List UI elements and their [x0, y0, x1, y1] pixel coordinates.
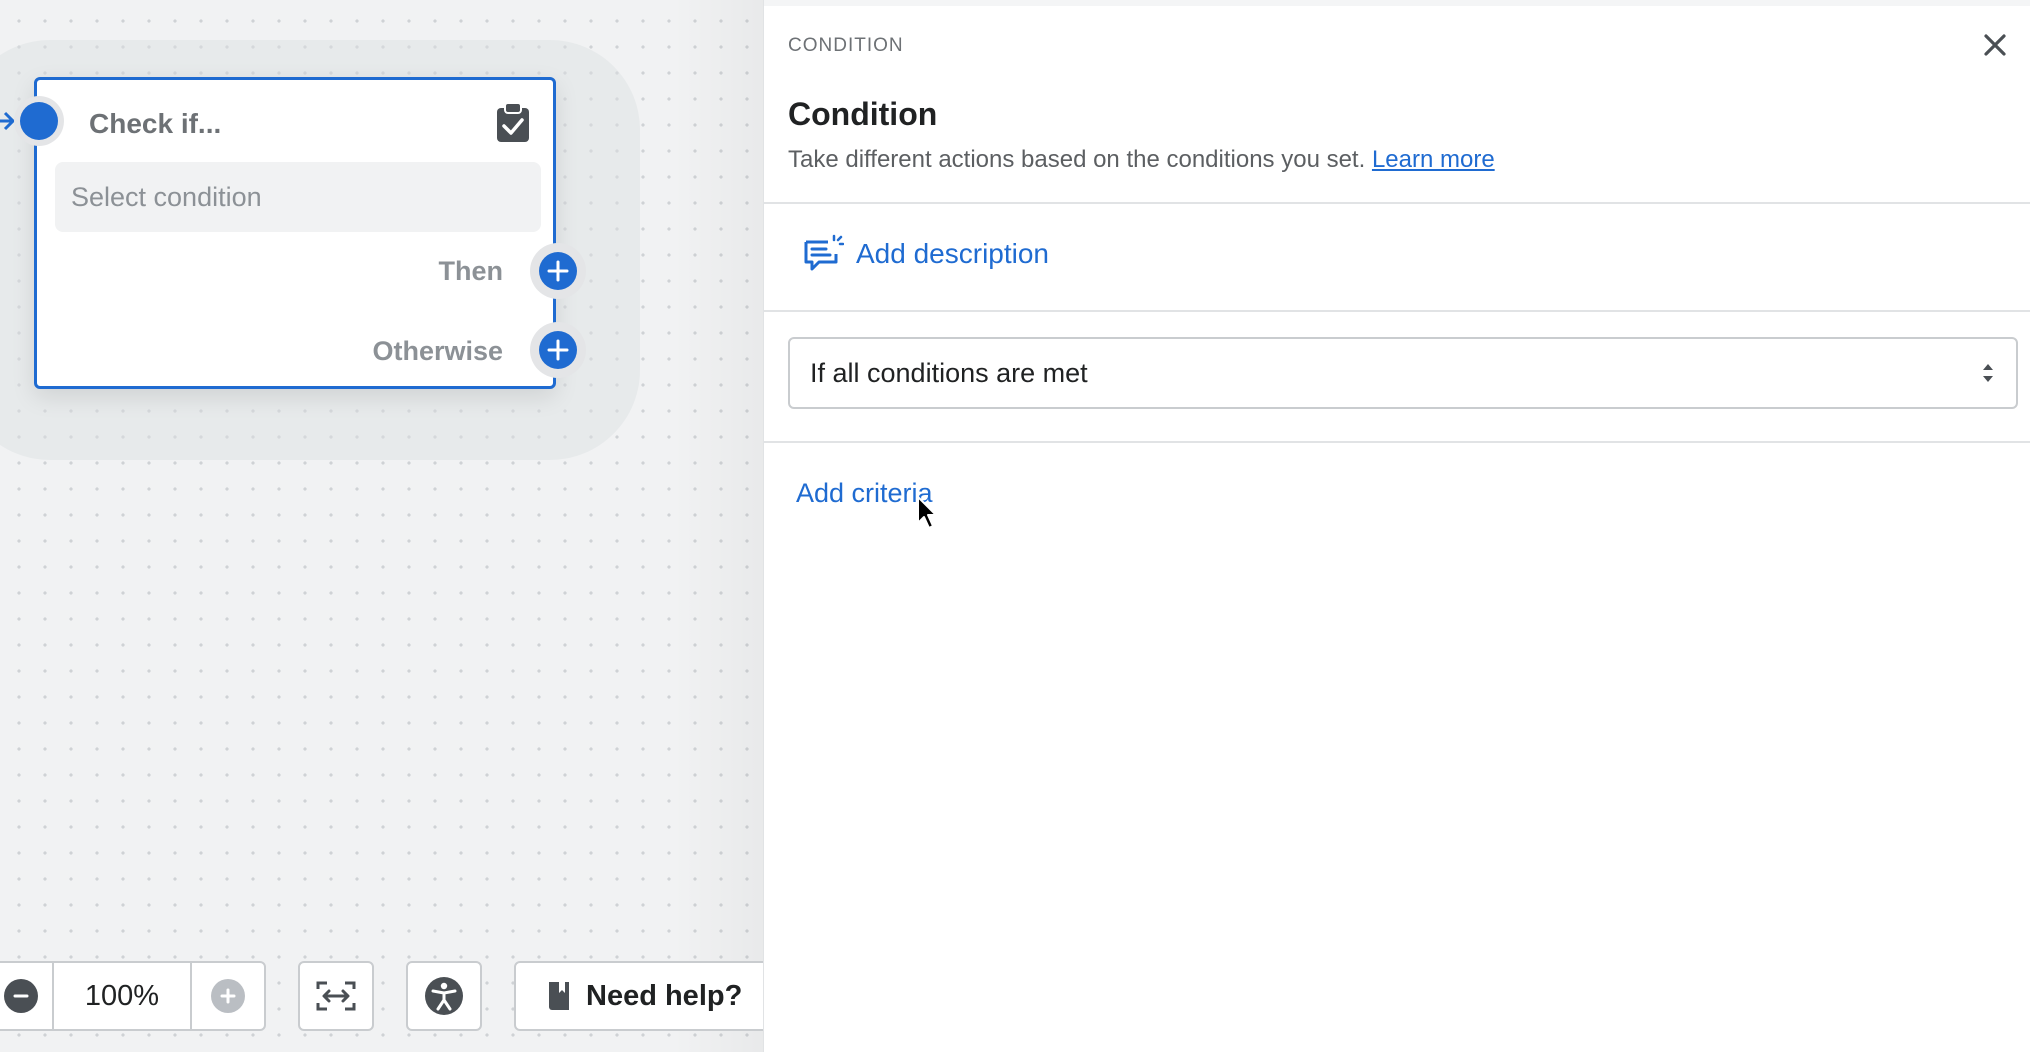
plus-icon [211, 979, 245, 1013]
panel-description-text: Take different actions based on the cond… [788, 146, 1366, 173]
mouse-pointer-icon [917, 496, 937, 529]
zoom-controls: 100% [0, 961, 266, 1031]
condition-mode-value: If all conditions are met [810, 357, 1088, 388]
divider [764, 310, 2030, 312]
condition-node[interactable]: Check if... Select condition Then Otherw… [34, 77, 556, 389]
book-icon [549, 982, 569, 1010]
panel-description: Take different actions based on the cond… [788, 146, 1495, 174]
fit-to-screen-button[interactable] [298, 961, 374, 1031]
panel-eyebrow: CONDITION [788, 35, 904, 56]
add-description-button[interactable]: Add description [802, 234, 1049, 274]
accessibility-icon [425, 977, 463, 1015]
add-then-step-button[interactable] [530, 243, 586, 299]
need-help-label: Need help? [586, 979, 743, 1012]
select-arrows-icon [1983, 364, 1993, 382]
learn-more-link[interactable]: Learn more [1372, 146, 1495, 173]
minus-icon [4, 979, 38, 1013]
zoom-in-button[interactable] [192, 963, 264, 1029]
otherwise-branch-label: Otherwise [372, 336, 503, 366]
condition-settings-panel: CONDITION Condition Take different actio… [763, 0, 2030, 1052]
input-port-dot [20, 102, 58, 140]
need-help-button[interactable]: Need help? [514, 961, 763, 1031]
clipboard-check-icon [497, 102, 529, 142]
panel-top-border [764, 0, 2030, 6]
zoom-out-button[interactable] [0, 963, 54, 1029]
node-title: Check if... [89, 108, 222, 139]
condition-mode-select[interactable]: If all conditions are met [788, 337, 2018, 409]
workflow-canvas[interactable]: Check if... Select condition Then Otherw… [0, 0, 763, 1052]
fit-screen-icon [316, 981, 356, 1011]
add-criteria-button[interactable]: Add criteria [796, 478, 933, 509]
close-icon[interactable] [1980, 30, 2010, 60]
add-note-icon [804, 234, 844, 271]
then-branch-label: Then [438, 256, 504, 286]
zoom-level-display: 100% [54, 963, 192, 1029]
plus-icon [547, 339, 569, 361]
add-description-label: Add description [856, 238, 1050, 269]
divider [764, 202, 2030, 204]
node-input-port[interactable] [14, 96, 64, 146]
divider [764, 441, 2030, 443]
canvas-edge-shade [673, 0, 763, 1052]
accessibility-button[interactable] [406, 961, 482, 1031]
plus-icon [547, 260, 569, 282]
select-condition-field[interactable]: Select condition [55, 162, 541, 232]
add-otherwise-step-button[interactable] [530, 322, 586, 378]
panel-title: Condition [788, 96, 938, 132]
